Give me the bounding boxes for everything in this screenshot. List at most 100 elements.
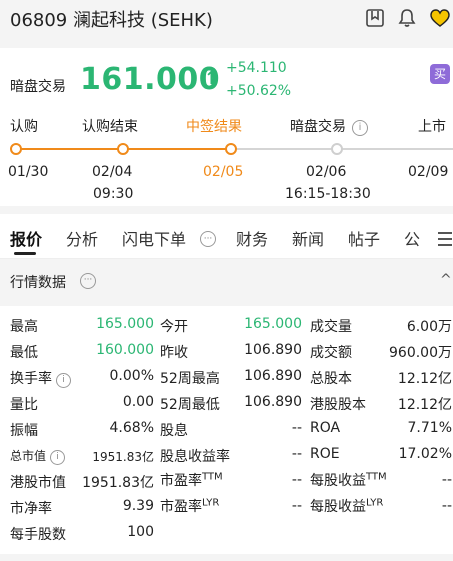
- stat-value: 160.000: [96, 342, 154, 358]
- stat-label: 市盈率: [160, 473, 202, 489]
- stat-label: 换手率: [10, 371, 52, 387]
- active-tab-indicator: [14, 252, 36, 255]
- stat-label: 今开: [160, 319, 188, 335]
- stat-label: 港股市值: [10, 475, 66, 491]
- stat-label: 成交额: [310, 345, 352, 361]
- stat-value: --: [291, 472, 302, 488]
- stat-value: 9.39: [122, 498, 154, 514]
- stat-label-eps-ttm: 每股收益TTM: [310, 470, 387, 490]
- timeline-step-listing: 上市: [418, 119, 446, 135]
- stat-value: 1951.83亿: [82, 475, 154, 491]
- collapse-icon[interactable]: ^: [440, 272, 452, 288]
- top-bar: 06809 澜起科技 (SEHK): [0, 0, 453, 38]
- tab-bar: 报价 分析 闪电下单 ··· 财务 新闻 帖子 公: [0, 214, 453, 259]
- stat-label: 最低: [10, 345, 38, 361]
- timeline-dot-3: [225, 143, 237, 155]
- timeline-step-grey-market-label: 暗盘交易: [290, 119, 346, 135]
- ipo-timeline: 认购 认购结束 中签结果 暗盘交易 i 上市 01/30 02/04 02/05 …: [0, 106, 453, 206]
- stat-value: 1951.83亿: [92, 450, 154, 464]
- stat-label: 市盈率: [160, 499, 202, 515]
- market-data-header[interactable]: 行情数据 ··· ^: [0, 262, 453, 300]
- stat-label: 股息: [160, 423, 188, 439]
- stat-value: 960.00万: [389, 345, 452, 361]
- stat-label: 每股收益: [310, 473, 366, 489]
- more-icon[interactable]: ···: [80, 273, 96, 289]
- stat-label: 振幅: [10, 423, 38, 439]
- stat-value: 106.890: [244, 394, 302, 410]
- stat-value: 165.000: [96, 316, 154, 332]
- timeline-dot-4: [331, 143, 343, 155]
- stock-detail-screen: 06809 澜起科技 (SEHK) 暗盘交易 161.000 ↑ +54.110…: [0, 0, 453, 561]
- timeline-date-1: 01/30: [8, 164, 49, 180]
- stat-label-market-cap: 总市值 i: [10, 447, 66, 465]
- up-arrow-icon: ↑: [204, 68, 220, 89]
- stat-label: 港股股本: [310, 397, 366, 413]
- stat-label-sup: LYR: [202, 497, 220, 509]
- trade-badge-icon[interactable]: 买: [430, 64, 450, 84]
- timeline-time-2: 09:30: [93, 186, 134, 202]
- stat-value: --: [291, 498, 302, 514]
- stat-value: 17.02%: [398, 446, 452, 462]
- tab-analysis[interactable]: 分析: [66, 226, 98, 250]
- timeline-dot-2: [117, 143, 129, 155]
- stat-value: 0.00: [122, 394, 154, 410]
- timeline-time-4: 16:15-18:30: [285, 186, 371, 202]
- stat-value: 12.12亿: [397, 397, 452, 413]
- stat-value: 106.890: [244, 342, 302, 358]
- stat-label: 最高: [10, 319, 38, 335]
- bell-icon[interactable]: [396, 7, 418, 29]
- tab-flash-order[interactable]: 闪电下单: [122, 226, 186, 250]
- stat-value: --: [291, 446, 302, 462]
- stat-label: 总股本: [310, 371, 352, 387]
- tab-announcements[interactable]: 公: [404, 226, 420, 250]
- stat-label: ROE: [310, 446, 340, 462]
- stat-label: ROA: [310, 420, 341, 436]
- stat-label: 昨收: [160, 345, 188, 361]
- stat-label-pe-lyr: 市盈率LYR: [160, 496, 219, 516]
- stat-label: 市净率: [10, 501, 52, 517]
- heart-icon[interactable]: [429, 7, 451, 29]
- stat-label: 每股收益: [310, 499, 366, 515]
- bookmark-icon[interactable]: [364, 7, 386, 29]
- timeline-dot-1: [10, 143, 22, 155]
- price-change: +54.110: [226, 60, 287, 76]
- stat-value: 4.68%: [109, 420, 154, 436]
- stat-value: 106.890: [244, 368, 302, 384]
- stat-label: 52周最高: [160, 371, 220, 387]
- stat-label: 每手股数: [10, 527, 66, 543]
- stat-label-pe-ttm: 市盈率TTM: [160, 470, 223, 490]
- stat-label: 总市值: [10, 449, 47, 463]
- stat-label: 成交量: [310, 319, 352, 335]
- stat-label-turnover: 换手率 i: [10, 368, 71, 388]
- tab-posts[interactable]: 帖子: [348, 226, 380, 250]
- price-change-percent: +50.62%: [226, 83, 292, 99]
- timeline-step-allotment: 中签结果: [186, 119, 242, 135]
- tab-menu-icon[interactable]: [438, 232, 452, 250]
- current-price: 161.000: [80, 62, 221, 97]
- market-cap-info-icon[interactable]: i: [50, 450, 66, 465]
- stat-label: 52周最低: [160, 397, 220, 413]
- stat-label-eps-lyr: 每股收益LYR: [310, 496, 383, 516]
- timeline-date-3: 02/05: [203, 164, 244, 180]
- flash-order-more-icon[interactable]: ···: [200, 231, 216, 247]
- stat-value: 6.00万: [406, 319, 452, 335]
- timeline-step-subscribe: 认购: [10, 119, 38, 135]
- info-icon[interactable]: i: [352, 120, 368, 136]
- timeline-date-5: 02/09: [408, 164, 449, 180]
- stat-label-sup: TTM: [202, 471, 223, 483]
- timeline-step-grey-market: 暗盘交易 i: [290, 116, 368, 136]
- stat-value: 12.12亿: [397, 371, 452, 387]
- timeline-date-4: 02/06: [306, 164, 347, 180]
- tab-quote[interactable]: 报价: [10, 226, 42, 250]
- tab-news[interactable]: 新闻: [292, 226, 324, 250]
- stat-value: 7.71%: [407, 420, 452, 436]
- stat-value: 100: [127, 524, 154, 540]
- stat-label: 股息收益率: [160, 449, 230, 465]
- grey-market-label: 暗盘交易: [10, 79, 66, 95]
- market-data-table: 最高 165.000 今开 165.000 成交量 6.00万 最低 160.0…: [0, 306, 453, 554]
- tab-financials[interactable]: 财务: [236, 226, 268, 250]
- stat-value: 165.000: [244, 316, 302, 332]
- turnover-info-icon[interactable]: i: [56, 373, 71, 388]
- stat-label: 量比: [10, 397, 38, 413]
- stat-value: 0.00%: [109, 368, 154, 384]
